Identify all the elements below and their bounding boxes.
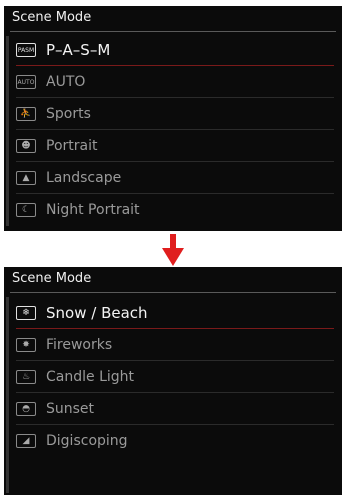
scene-mode-menu-top: Scene Mode PASM P–A–S–M AUTO AUTO ⛹ Spor… [4, 6, 342, 231]
menu-item-label: Night Portrait [46, 202, 140, 218]
menu-item-label: Candle Light [46, 369, 135, 385]
scene-mode-menu-bottom: Scene Mode ❄ Snow / Beach ✸ Fireworks ♨ … [4, 267, 342, 495]
menu-item-label: Fireworks [46, 337, 113, 353]
auto-icon: AUTO [16, 75, 36, 89]
menu-title: Scene Mode [12, 271, 92, 286]
night-portrait-icon: ☾ [16, 203, 36, 217]
menu-item-auto[interactable]: AUTO AUTO [16, 66, 334, 98]
candle-light-icon: ♨ [16, 370, 36, 384]
menu-item-label: Portrait [46, 138, 98, 154]
menu-item-label: P–A–S–M [46, 41, 111, 59]
portrait-icon: ☻ [16, 139, 36, 153]
menu-title: Scene Mode [12, 10, 92, 25]
menu-item-night-portrait[interactable]: ☾ Night Portrait [16, 194, 334, 226]
menu-item-pasm[interactable]: PASM P–A–S–M [16, 34, 334, 66]
title-divider [10, 31, 336, 32]
menu-item-label: Sports [46, 106, 91, 122]
menu-item-label: Sunset [46, 401, 95, 417]
pasm-icon: PASM [16, 43, 36, 57]
menu-item-sunset[interactable]: ◓ Sunset [16, 393, 334, 425]
snow-beach-icon: ❄ [16, 306, 36, 320]
menu-item-label: AUTO [46, 74, 86, 90]
menu-item-sports[interactable]: ⛹ Sports [16, 98, 334, 130]
menu-item-fireworks[interactable]: ✸ Fireworks [16, 329, 334, 361]
menu-item-digiscoping[interactable]: ◢ Digiscoping [16, 425, 334, 457]
arrow-down-icon [162, 234, 184, 266]
scrollbar[interactable] [6, 297, 9, 493]
menu-item-snow-beach[interactable]: ❄ Snow / Beach [16, 297, 334, 329]
menu-item-landscape[interactable]: ▲ Landscape [16, 162, 334, 194]
landscape-icon: ▲ [16, 171, 36, 185]
menu-item-label: Snow / Beach [46, 304, 148, 322]
title-divider [10, 292, 336, 293]
sports-icon: ⛹ [16, 107, 36, 121]
menu-item-label: Landscape [46, 170, 122, 186]
menu-item-candle-light[interactable]: ♨ Candle Light [16, 361, 334, 393]
menu-item-portrait[interactable]: ☻ Portrait [16, 130, 334, 162]
sunset-icon: ◓ [16, 402, 36, 416]
fireworks-icon: ✸ [16, 338, 36, 352]
digiscoping-icon: ◢ [16, 434, 36, 448]
scrollbar[interactable] [6, 36, 9, 226]
menu-item-label: Digiscoping [46, 433, 128, 449]
